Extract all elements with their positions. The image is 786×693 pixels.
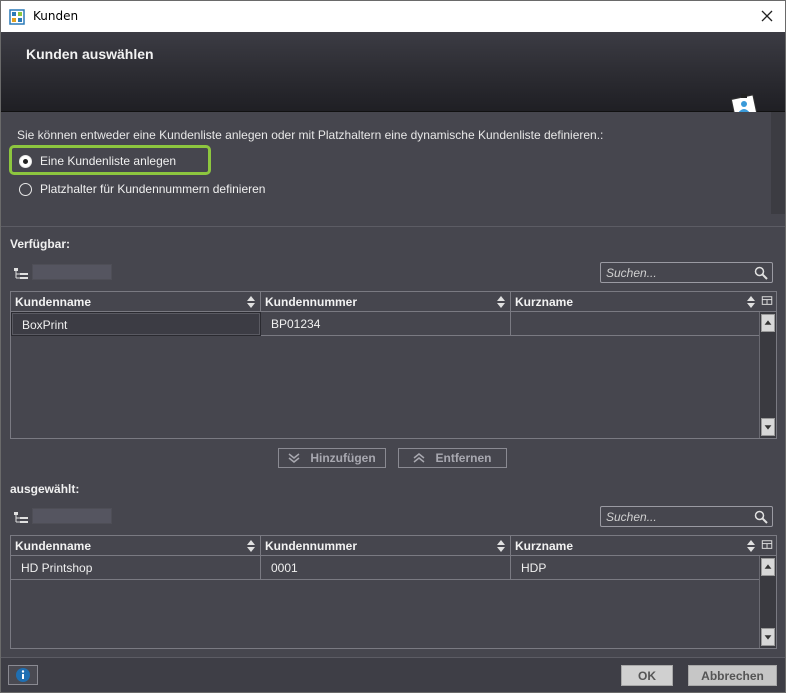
column-header-kundenname[interactable]: Kundenname	[11, 536, 261, 556]
close-icon[interactable]	[757, 6, 777, 26]
cancel-button[interactable]: Abbrechen	[688, 665, 777, 686]
ok-button[interactable]: OK	[621, 665, 673, 686]
cell-kundennummer[interactable]: BP01234	[261, 312, 511, 336]
column-header-label: Kundennummer	[265, 539, 358, 553]
info-button[interactable]	[8, 665, 38, 685]
search-placeholder: Suchen...	[606, 266, 657, 280]
column-header-kundennummer[interactable]: Kundennummer	[261, 292, 511, 312]
sort-icon[interactable]	[496, 539, 506, 553]
cell-kurzname[interactable]: HDP	[511, 556, 761, 580]
option-create-list[interactable]: Eine Kundenliste anlegen	[19, 154, 176, 168]
double-chevron-down-icon	[288, 453, 300, 463]
table-row[interactable]: BoxPrint BP01234	[11, 312, 761, 336]
add-button-label: Hinzufügen	[310, 451, 376, 465]
table-header: Kundenname Kundennummer Kurzname	[11, 292, 761, 312]
sort-icon[interactable]	[746, 539, 756, 553]
sort-icon[interactable]	[496, 295, 506, 309]
available-scrollbar[interactable]	[759, 312, 776, 438]
column-header-kundenname[interactable]: Kundenname	[11, 292, 261, 312]
available-filter-field[interactable]	[32, 264, 112, 280]
scroll-down-icon[interactable]	[761, 418, 775, 436]
tree-view-icon[interactable]	[13, 511, 29, 525]
page-title: Kunden auswählen	[26, 46, 154, 62]
scroll-down-icon[interactable]	[761, 628, 775, 646]
customer-app-icon	[9, 9, 25, 25]
column-header-kurzname[interactable]: Kurzname	[511, 536, 761, 556]
scroll-up-icon[interactable]	[761, 314, 775, 332]
double-chevron-up-icon	[414, 453, 425, 463]
option-placeholders[interactable]: Platzhalter für Kundennummern definieren	[19, 182, 265, 196]
remove-button[interactable]: Entfernen	[398, 448, 507, 468]
column-header-label: Kundennummer	[265, 295, 358, 309]
search-icon[interactable]	[754, 266, 768, 280]
column-chooser-icon[interactable]	[759, 536, 776, 556]
column-chooser-icon[interactable]	[759, 292, 776, 312]
option-placeholders-label: Platzhalter für Kundennummern definieren	[40, 182, 266, 196]
available-table: Kundenname Kundennummer Kurzname BoxPrin…	[10, 291, 777, 439]
radio-unselected-icon[interactable]	[19, 182, 32, 196]
sort-icon[interactable]	[246, 539, 256, 553]
header-scroll-strip	[771, 112, 785, 214]
info-icon	[16, 668, 30, 682]
dialog-window: Kunden Kunden auswählen Sie können entwe…	[0, 0, 786, 693]
window-title: Kunden	[33, 9, 79, 23]
column-header-label: Kundenname	[15, 295, 92, 309]
table-row[interactable]: HD Printshop 0001 HDP	[11, 556, 761, 580]
selected-scrollbar[interactable]	[759, 556, 776, 648]
selected-filter-field[interactable]	[32, 508, 112, 524]
cell-kurzname[interactable]	[511, 312, 761, 336]
column-header-label: Kurzname	[515, 295, 574, 309]
column-header-kurzname[interactable]: Kurzname	[511, 292, 761, 312]
add-button[interactable]: Hinzufügen	[278, 448, 386, 468]
search-icon[interactable]	[754, 510, 768, 524]
dialog-footer: OK Abbrechen	[1, 657, 785, 692]
table-header: Kundenname Kundennummer Kurzname	[11, 536, 761, 556]
selected-search-input[interactable]: Suchen...	[600, 506, 773, 527]
cell-kundennummer[interactable]: 0001	[261, 556, 511, 580]
option-create-list-label: Eine Kundenliste anlegen	[40, 154, 177, 168]
selected-label: ausgewählt:	[10, 482, 80, 496]
remove-button-label: Entfernen	[435, 451, 492, 465]
column-header-label: Kurzname	[515, 539, 574, 553]
cell-kundenname[interactable]: BoxPrint	[11, 312, 261, 336]
selected-table: Kundenname Kundennummer Kurzname HD Prin…	[10, 535, 777, 649]
radio-selected-icon[interactable]	[19, 154, 32, 168]
cell-kundenname[interactable]: HD Printshop	[11, 556, 261, 580]
sort-icon[interactable]	[746, 295, 756, 309]
title-bar: Kunden	[1, 1, 785, 32]
available-search-input[interactable]: Suchen...	[600, 262, 773, 283]
intro-text: Sie können entweder eine Kundenliste anl…	[17, 128, 604, 142]
sort-icon[interactable]	[246, 295, 256, 309]
dialog-header: Kunden auswählen	[1, 32, 785, 118]
tree-view-icon[interactable]	[13, 267, 29, 281]
column-header-label: Kundenname	[15, 539, 92, 553]
available-label: Verfügbar:	[10, 237, 71, 251]
scroll-up-icon[interactable]	[761, 558, 775, 576]
column-header-kundennummer[interactable]: Kundennummer	[261, 536, 511, 556]
search-placeholder: Suchen...	[606, 510, 657, 524]
section-divider	[1, 226, 785, 227]
